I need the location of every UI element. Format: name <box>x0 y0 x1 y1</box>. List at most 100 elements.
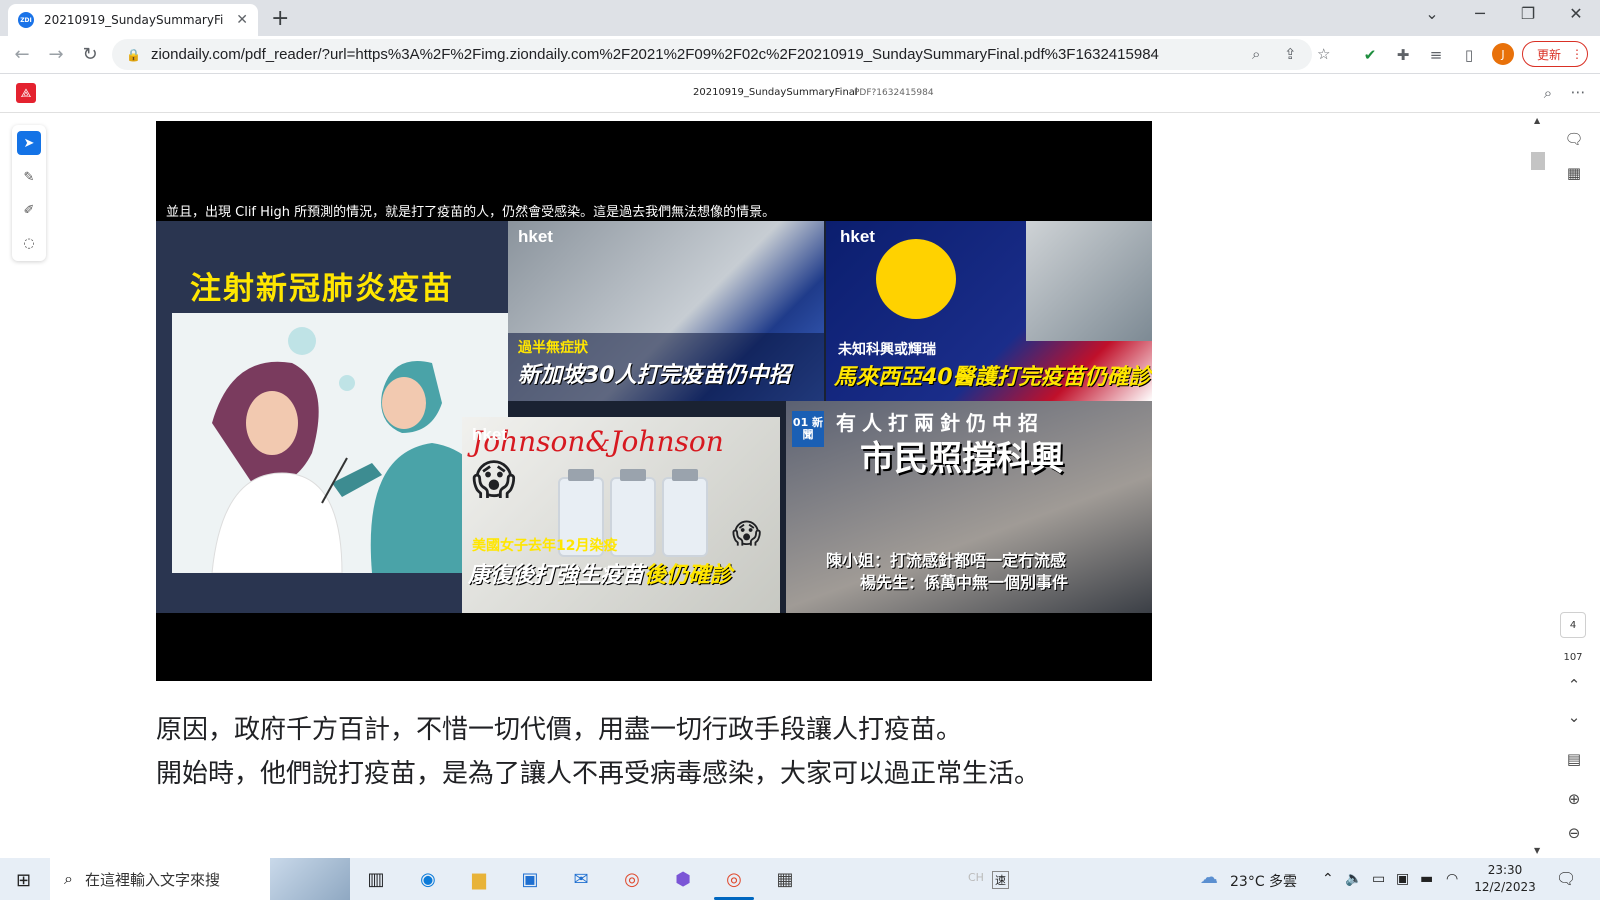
vaccine-illustration-panel: 注射新冠肺炎疫苗 <box>156 221 508 613</box>
page-fit-icon[interactable]: ▤ <box>1562 750 1586 768</box>
hk-quote-2: 楊先生：係萬中無一個別事件 <box>860 573 1069 592</box>
speaker-icon[interactable]: 🔈 <box>1345 871 1362 887</box>
scroll-up-arrow-icon[interactable]: ▲ <box>1534 116 1540 125</box>
shocked-emoji-icon: 😱 <box>472 455 516 504</box>
comments-panel-icon[interactable]: 🗨 <box>1562 130 1586 148</box>
browser-toolbar: ← → ↻ 🔒 ziondaily.com/pdf_reader/?url=ht… <box>0 36 1600 74</box>
shocked-emoji-icon: 😱 <box>732 517 762 550</box>
my-tag: 未知科興或輝瑞 <box>838 342 936 358</box>
meet-now-icon[interactable]: ▭ <box>1372 871 1385 887</box>
close-window-icon[interactable]: ✕ <box>1564 4 1588 23</box>
address-bar[interactable]: 🔒 ziondaily.com/pdf_reader/?url=https%3A… <box>112 39 1312 70</box>
cloud-weather-icon[interactable]: ☁ <box>1200 867 1218 888</box>
battery-icon[interactable]: ▬ <box>1420 871 1433 887</box>
prev-page-chevron-up-icon[interactable]: ⌃ <box>1562 676 1586 694</box>
reading-list-icon[interactable]: ≡ <box>1426 46 1446 64</box>
crowd-photo <box>1026 221 1152 341</box>
side-panel-icon[interactable]: ▯ <box>1459 46 1479 64</box>
close-tab-icon[interactable]: ✕ <box>236 12 248 28</box>
windows-start-icon[interactable]: ⊞ <box>16 870 31 891</box>
display-icon[interactable]: ▣ <box>1396 871 1409 887</box>
sg-headline: 新加坡30人打完疫苗仍中招 <box>518 363 791 388</box>
lasso-tool-icon[interactable]: ◌ <box>17 231 41 255</box>
pdf-page: 並且，出現 Clif High 所預測的情況，就是打了疫苗的人，仍然會受感染。這… <box>54 113 1474 858</box>
back-icon[interactable]: ← <box>10 44 34 65</box>
mail-icon[interactable]: ✉ <box>567 866 595 892</box>
ime-indicator[interactable]: CH <box>968 871 984 884</box>
jj-headline-a: 康復後打強生疫苗 <box>468 563 645 588</box>
clock-time: 23:30 <box>1487 863 1523 877</box>
tab-search-icon[interactable]: ⌄ <box>1420 4 1444 23</box>
document-image: 並且，出現 Clif High 所預測的情況，就是打了疫苗的人，仍然會受感染。這… <box>156 121 1152 681</box>
ime-mode[interactable]: 速 <box>992 871 1009 889</box>
search-highlight-image <box>270 858 350 900</box>
extension-check-icon[interactable]: ✔ <box>1360 46 1380 64</box>
taskbar-search-box[interactable]: ⌕ 在這裡輸入文字來搜 <box>50 858 350 900</box>
tab-title: 20210919_SundaySummaryFin <box>44 13 224 27</box>
chrome-active-icon[interactable]: ◎ <box>714 866 754 900</box>
scroll-thumb[interactable] <box>1531 152 1545 170</box>
wifi-icon[interactable]: ◠ <box>1446 871 1458 887</box>
minimize-icon[interactable]: ─ <box>1468 4 1492 23</box>
edge-icon[interactable]: ◉ <box>414 866 442 892</box>
calculator-icon[interactable]: ▦ <box>771 866 799 892</box>
extensions-puzzle-icon[interactable]: ✚ <box>1393 46 1413 64</box>
tray-chevron-up-icon[interactable]: ⌃ <box>1322 871 1334 887</box>
vertical-scrollbar[interactable] <box>1474 113 1496 858</box>
copilot-app-icon[interactable]: ⬢ <box>669 866 697 892</box>
profile-avatar[interactable]: J <box>1492 43 1514 65</box>
select-tool-icon[interactable]: ➤ <box>17 131 41 155</box>
annotation-toolbar: ➤ ✎ ✐ ◌ <box>12 125 46 261</box>
site-favicon-icon: ZDI <box>18 12 34 28</box>
news-collage: 注射新冠肺炎疫苗 hket 過半無症狀 新加坡30人打完疫苗仍中招 hket 未… <box>156 221 1152 613</box>
windows-taskbar: ⊞ ⌕ 在這裡輸入文字來搜 ▥ ◉ ▆ ▣ ✉ ◎ ⬢ ◎ ▦ CH 速 ☁ 2… <box>0 858 1600 900</box>
hket-logo-3: hket <box>472 425 507 444</box>
hket-logo: hket <box>518 227 553 246</box>
pdf-more-icon[interactable]: ⋯ <box>1568 83 1588 101</box>
image-caption: 並且，出現 Clif High 所預測的情況，就是打了疫苗的人，仍然會受感染。這… <box>166 205 776 220</box>
draw-tool-icon[interactable]: ✐ <box>17 198 41 222</box>
malaysia-flag-sun <box>876 239 956 319</box>
task-view-icon[interactable]: ▥ <box>362 866 390 892</box>
tab-strip: ZDI 20210919_SundaySummaryFin ✕ + ⌄ ─ ❐ … <box>0 0 1600 36</box>
pdf-subtitle: PDF?1632415984 <box>854 88 934 98</box>
comment-tool-icon[interactable]: ✎ <box>17 165 41 189</box>
bookmark-star-icon[interactable]: ☆ <box>1317 45 1330 63</box>
weather-text[interactable]: 23°C 多雲 <box>1230 871 1297 891</box>
system-clock[interactable]: 23:30 12/2/2023 <box>1470 862 1540 896</box>
my-headline: 馬來西亞40醫護打完疫苗仍確診 <box>834 365 1151 390</box>
chrome-app-icon[interactable]: ◎ <box>618 866 646 892</box>
search-icon: ⌕ <box>64 869 73 888</box>
zoom-in-icon[interactable]: ⊕ <box>1562 790 1586 808</box>
hk-quote-1: 陳小姐：打流感針都唔一定冇流感 <box>826 551 1067 570</box>
zoom-icon[interactable]: ⌕ <box>1252 45 1260 63</box>
pdf-search-icon[interactable]: ⌕ <box>1538 84 1558 102</box>
file-explorer-icon[interactable]: ▆ <box>465 866 493 892</box>
url-text[interactable]: ziondaily.com/pdf_reader/?url=https%3A%2… <box>151 46 1159 63</box>
scroll-down-arrow-icon[interactable]: ▼ <box>1534 846 1540 855</box>
notification-icon[interactable]: 🗨 <box>1556 869 1576 888</box>
store-icon[interactable]: ▣ <box>516 866 544 892</box>
update-button[interactable]: 更新 ⋮ <box>1522 41 1588 67</box>
vaccine-title: 注射新冠肺炎疫苗 <box>190 271 454 307</box>
hk-news-panel: 01 新聞 有人打兩針仍中招 市民照撐科興 陳小姐：打流感針都唔一定冇流感 楊先… <box>786 401 1152 613</box>
thumbnails-icon[interactable]: ▦ <box>1562 164 1586 182</box>
forward-icon[interactable]: → <box>44 44 68 65</box>
restore-icon[interactable]: ❐ <box>1516 4 1540 23</box>
jj-tag: 美國女子去年12月染疫 <box>472 538 618 554</box>
new-tab-button[interactable]: + <box>271 6 289 31</box>
clock-date: 12/2/2023 <box>1474 880 1536 894</box>
reload-icon[interactable]: ↻ <box>78 44 102 65</box>
lock-icon[interactable]: 🔒 <box>126 48 141 62</box>
paragraph-2: 開始時，他們說打疫苗，是為了讓人不再受病毒感染，大家可以過正常生活。 <box>156 759 1041 789</box>
zoom-out-icon[interactable]: ⊖ <box>1562 824 1586 842</box>
more-menu-icon: ⋮ <box>1571 47 1584 61</box>
current-page-input[interactable]: 4 <box>1560 612 1586 638</box>
jj-logo: Johnson&Johnson <box>472 425 724 458</box>
next-page-chevron-down-icon[interactable]: ⌄ <box>1562 708 1586 726</box>
jj-headline-b: 後仍確診 <box>644 563 733 588</box>
share-icon[interactable]: ⇪ <box>1284 45 1297 63</box>
browser-tab[interactable]: ZDI 20210919_SundaySummaryFin ✕ <box>8 4 258 36</box>
jj-news-panel: Johnson&Johnson hket 😱 😱 美國女子去年12月染疫 康復後… <box>462 417 780 613</box>
hket-logo-2: hket <box>840 227 875 246</box>
